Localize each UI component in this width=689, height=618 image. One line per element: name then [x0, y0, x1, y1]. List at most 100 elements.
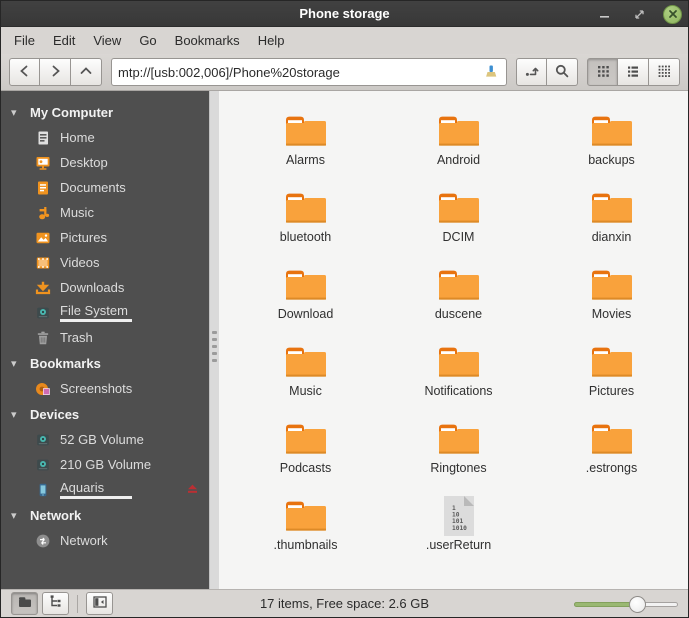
sidebar-item-documents[interactable]: Documents — [1, 175, 209, 200]
sidebar-item-label: Pictures — [60, 230, 107, 245]
file-label: DCIM — [442, 230, 475, 244]
file-item-podcasts[interactable]: Podcasts — [229, 411, 382, 488]
search-button[interactable] — [547, 58, 578, 86]
sidebar-item-file-system[interactable]: File System — [1, 300, 209, 325]
pictures-icon — [35, 230, 51, 246]
menubar: File Edit View Go Bookmarks Help — [1, 27, 688, 54]
file-item-duscene[interactable]: duscene — [382, 257, 535, 334]
sidebar-section-devices[interactable]: ▾ Devices — [1, 401, 209, 427]
toolbar — [1, 54, 688, 91]
folder-icon — [590, 339, 634, 383]
folder-icon — [284, 416, 328, 460]
clear-location-brush-icon[interactable] — [482, 63, 500, 81]
treeview-toggle-button[interactable] — [42, 592, 69, 615]
menu-view[interactable]: View — [84, 29, 130, 52]
list-view-button[interactable] — [618, 58, 649, 86]
menu-help[interactable]: Help — [249, 29, 294, 52]
menu-bookmarks[interactable]: Bookmarks — [166, 29, 249, 52]
treeview-icon — [48, 594, 64, 613]
sidebar-item-screenshots[interactable]: Screenshots — [1, 376, 209, 401]
sidebar-item-label: Videos — [60, 255, 100, 270]
sidebar-item-label: Downloads — [60, 280, 125, 295]
expander-arrow-icon[interactable]: ▾ — [11, 509, 21, 522]
list-view-icon — [625, 63, 641, 82]
file-item-estrongs[interactable]: .estrongs — [535, 411, 688, 488]
sidebar-item-pictures[interactable]: Pictures — [1, 225, 209, 250]
network-icon — [35, 533, 51, 549]
toggle-location-entry-button[interactable] — [516, 58, 547, 86]
sidebar-item-trash[interactable]: Trash — [1, 325, 209, 350]
file-item-thumbnails[interactable]: .thumbnails — [229, 488, 382, 565]
folder-icon — [590, 185, 634, 229]
sidebar-item-210-gb-volume[interactable]: 210 GB Volume — [1, 452, 209, 477]
folder-icon — [284, 108, 328, 152]
file-item-download[interactable]: Download — [229, 257, 382, 334]
eject-button[interactable] — [185, 483, 199, 497]
section-label: Bookmarks — [30, 355, 101, 371]
sidebar-item-home[interactable]: Home — [1, 125, 209, 150]
expander-arrow-icon[interactable]: ▾ — [11, 106, 21, 119]
folder-icon — [284, 262, 328, 306]
file-label: dianxin — [591, 230, 632, 244]
file-label: Alarms — [286, 153, 325, 167]
folder-icon — [284, 185, 328, 229]
pane-grip-handle[interactable] — [212, 331, 217, 362]
sidebar-item-aquaris[interactable]: Aquaris — [1, 477, 209, 502]
disk-usage-bar — [60, 496, 132, 499]
sidebar-item-downloads[interactable]: Downloads — [1, 275, 209, 300]
forward-button[interactable] — [40, 58, 71, 86]
menu-go[interactable]: Go — [130, 29, 165, 52]
sidebar-item-desktop[interactable]: Desktop — [1, 150, 209, 175]
up-button[interactable] — [71, 58, 102, 86]
nav-button-group — [9, 58, 102, 86]
edit-location-icon — [524, 63, 540, 82]
back-button[interactable] — [9, 58, 40, 86]
file-item-android[interactable]: Android — [382, 103, 535, 180]
file-item-music[interactable]: Music — [229, 334, 382, 411]
sidebar-section-network[interactable]: ▾ Network — [1, 502, 209, 528]
sidebar-section-bookmarks[interactable]: ▾ Bookmarks — [1, 350, 209, 376]
drive-icon — [35, 432, 51, 448]
pane-separator[interactable] — [209, 91, 219, 589]
sidebar-item-music[interactable]: Music — [1, 200, 209, 225]
restore-button[interactable] — [629, 4, 649, 24]
expander-arrow-icon[interactable]: ▾ — [11, 357, 21, 370]
file-item-bluetooth[interactable]: bluetooth — [229, 180, 382, 257]
zoom-slider-handle[interactable] — [629, 595, 647, 613]
sidebar-item-label: 52 GB Volume — [60, 432, 144, 447]
file-item-ringtones[interactable]: Ringtones — [382, 411, 535, 488]
sidebar-item-network[interactable]: Network — [1, 528, 209, 553]
hide-sidebar-button[interactable] — [86, 592, 113, 615]
places-toggle-button[interactable] — [11, 592, 38, 615]
icon-view-button[interactable] — [587, 58, 618, 86]
sidebar-item-label: Music — [60, 205, 94, 220]
file-item-pictures[interactable]: Pictures — [535, 334, 688, 411]
menu-edit[interactable]: Edit — [44, 29, 84, 52]
file-item-alarms[interactable]: Alarms — [229, 103, 382, 180]
sidebar-item-label: Aquaris — [60, 480, 105, 495]
sidebar-section-my-computer[interactable]: ▾ My Computer — [1, 99, 209, 125]
sidebar: ▾ My Computer Home Desktop Documents Music Pic… — [1, 91, 209, 589]
sidebar-item-label: Home — [60, 130, 95, 145]
close-button[interactable] — [663, 4, 682, 24]
sidebar-item-videos[interactable]: Videos — [1, 250, 209, 275]
places-icon — [17, 594, 33, 613]
file-item-notifications[interactable]: Notifications — [382, 334, 535, 411]
file-item-userreturn[interactable]: 1 10 101 1010 .userReturn — [382, 488, 535, 565]
file-label: .estrongs — [585, 461, 638, 475]
minimize-button[interactable] — [595, 4, 615, 24]
menu-file[interactable]: File — [5, 29, 44, 52]
location-input[interactable] — [118, 64, 482, 80]
file-item-backups[interactable]: backups — [535, 103, 688, 180]
file-item-movies[interactable]: Movies — [535, 257, 688, 334]
compact-view-button[interactable] — [649, 58, 680, 86]
file-label: Podcasts — [279, 461, 332, 475]
zoom-slider[interactable] — [574, 595, 678, 613]
expander-arrow-icon[interactable]: ▾ — [11, 408, 21, 421]
file-item-dcim[interactable]: DCIM — [382, 180, 535, 257]
location-bar[interactable] — [111, 58, 507, 86]
file-item-dianxin[interactable]: dianxin — [535, 180, 688, 257]
file-label: Pictures — [588, 384, 635, 398]
sidebar-item-52-gb-volume[interactable]: 52 GB Volume — [1, 427, 209, 452]
sidebar-item-label: Trash — [60, 330, 93, 345]
